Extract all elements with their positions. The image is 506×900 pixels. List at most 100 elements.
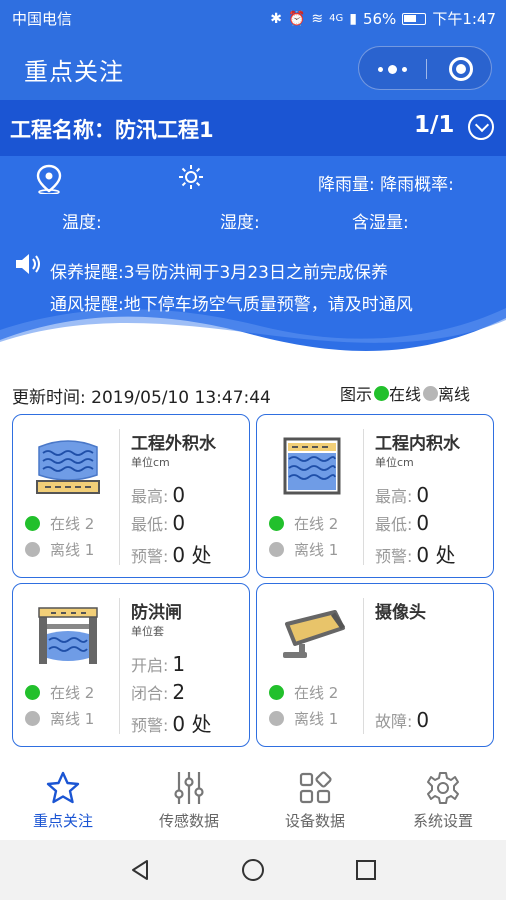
- offline-label: 离线 1: [50, 541, 95, 559]
- back-icon[interactable]: [128, 858, 152, 882]
- close-miniprogram-button[interactable]: [449, 57, 473, 81]
- recents-icon[interactable]: [354, 858, 378, 882]
- stat-label: 最高:: [375, 487, 413, 506]
- project-dropdown-chevron-icon[interactable]: [468, 114, 494, 140]
- network-type-label: 4G: [329, 13, 344, 24]
- offline-label: 离线 1: [294, 541, 339, 559]
- legend-prefix: 图示: [340, 385, 373, 404]
- stat-max: 最高: 0: [131, 483, 185, 507]
- update-time: 更新时间: 2019/05/10 13:47:44: [12, 383, 271, 408]
- offline-label: 离线 1: [50, 710, 95, 728]
- online-label: 在线 2: [50, 515, 95, 533]
- miniprogram-capsule: [358, 46, 492, 90]
- stat-min: 最低: 0: [131, 511, 185, 535]
- stat-label: 最低:: [375, 515, 413, 534]
- stat-value: 0: [172, 511, 186, 535]
- project-name: 工程名称：防汛工程1: [10, 118, 214, 142]
- card-title: 防洪闸: [131, 603, 182, 623]
- online-count: 在线 2: [269, 682, 338, 703]
- home-icon[interactable]: [241, 858, 265, 882]
- card-divider: [363, 429, 364, 565]
- online-dot-icon: [269, 516, 284, 531]
- online-dot-icon: [25, 516, 40, 531]
- card-flood-gate[interactable]: 防洪闸 单位套 开启: 1 闭合: 2 预警: 0 处 在线 2 离线 1: [12, 583, 250, 747]
- signal-icon: ▮: [349, 10, 357, 27]
- online-dot-icon: [25, 685, 40, 700]
- card-camera[interactable]: 摄像头 故障: 0 在线 2 离线 1: [256, 583, 494, 747]
- card-title: 工程内积水: [375, 434, 460, 454]
- stat-alert: 预警: 0 处: [131, 708, 212, 737]
- stat-label: 预警:: [375, 547, 413, 566]
- stat-alert: 预警: 0 处: [375, 539, 456, 568]
- tab-device-data[interactable]: 设备数据: [252, 770, 378, 831]
- stat-value: 0: [416, 708, 430, 732]
- gear-icon: [427, 772, 459, 804]
- online-label: 在线 2: [294, 684, 339, 702]
- location-pin-icon: [36, 164, 62, 194]
- more-dot-icon: [387, 64, 397, 74]
- moisture-label: 含湿量:: [352, 213, 409, 233]
- card-outside-water[interactable]: 工程外积水 单位cm 最高: 0 最低: 0 预警: 0 处 在线 2 离线 1: [12, 414, 250, 578]
- stat-label: 最高:: [131, 487, 169, 506]
- weather-panel: 降雨量: 降雨概率: 温度: 湿度: 含湿量: 保养提醒:3号防洪闸于3月23日…: [0, 156, 506, 360]
- stat-value: 0: [416, 511, 430, 535]
- card-unit: 单位cm: [131, 456, 170, 469]
- battery-percent: 56%: [362, 9, 397, 28]
- tab-label: 传感数据: [158, 812, 219, 830]
- tab-focus[interactable]: 重点关注: [0, 770, 126, 831]
- online-dot-icon: [374, 385, 390, 401]
- status-icons: ✱ ⏰ ≋ 4G ▮ 56% 下午1:47: [270, 8, 496, 29]
- legend: 图示 在线 离线: [340, 381, 470, 405]
- offline-count: 离线 1: [269, 539, 338, 560]
- stat-label: 故障:: [375, 712, 413, 731]
- offline-dot-icon: [423, 385, 439, 401]
- stat-fault: 故障: 0: [375, 708, 429, 732]
- stat-label: 预警:: [131, 547, 169, 566]
- stat-label: 最低:: [131, 515, 169, 534]
- maintenance-reminder: 保养提醒:3号防洪闸于3月23日之前完成保养: [50, 263, 388, 283]
- card-title: 工程外积水: [131, 434, 216, 454]
- offline-count: 离线 1: [25, 539, 94, 560]
- card-title: 摄像头: [375, 603, 426, 623]
- card-divider: [363, 598, 364, 734]
- stat-label: 预警:: [131, 716, 169, 735]
- offline-label: 离线 1: [294, 710, 339, 728]
- offline-dot-icon: [25, 542, 40, 557]
- online-count: 在线 2: [269, 513, 338, 534]
- stat-open: 开启: 1: [131, 652, 185, 676]
- offline-dot-icon: [25, 711, 40, 726]
- more-dot-icon: [401, 66, 407, 72]
- more-dot-icon: [377, 66, 383, 72]
- more-menu-button[interactable]: [359, 47, 425, 91]
- indoor-water-icon: [283, 437, 341, 495]
- stat-value: 0: [172, 483, 186, 507]
- clock: 下午1:47: [432, 10, 496, 28]
- online-count: 在线 2: [25, 513, 94, 534]
- water-level-icon: [36, 440, 100, 494]
- stat-value: 2: [172, 680, 186, 704]
- status-bar: 中国电信 ✱ ⏰ ≋ 4G ▮ 56% 下午1:47: [0, 0, 506, 34]
- stat-value: 0 处: [172, 712, 212, 736]
- tab-sensor-data[interactable]: 传感数据: [126, 770, 252, 831]
- grid-icon: [299, 771, 332, 804]
- bottom-tab-bar: 重点关注 传感数据 设备数据 系统设置: [0, 762, 506, 840]
- card-divider: [119, 429, 120, 565]
- stat-value: 1: [172, 652, 186, 676]
- tab-label: 设备数据: [284, 812, 345, 830]
- tab-system-settings[interactable]: 系统设置: [380, 770, 506, 831]
- tab-label: 系统设置: [412, 812, 473, 830]
- system-nav-bar: [0, 840, 506, 900]
- sun-icon: [179, 165, 203, 189]
- card-inside-water[interactable]: 工程内积水 单位cm 最高: 0 最低: 0 预警: 0 处 在线 2 离线 1: [256, 414, 494, 578]
- legend-offline: 离线: [438, 385, 471, 404]
- sliders-icon: [174, 772, 204, 804]
- wifi-icon: ≋: [311, 10, 324, 27]
- legend-online: 在线: [389, 385, 422, 404]
- card-divider: [119, 598, 120, 734]
- temperature-label: 温度:: [62, 213, 102, 233]
- tab-label: 重点关注: [32, 812, 93, 830]
- stat-closed: 闭合: 2: [131, 680, 185, 704]
- project-pager: 1/1: [414, 112, 455, 138]
- card-unit: 单位cm: [375, 456, 414, 469]
- stat-label: 闭合:: [131, 684, 169, 703]
